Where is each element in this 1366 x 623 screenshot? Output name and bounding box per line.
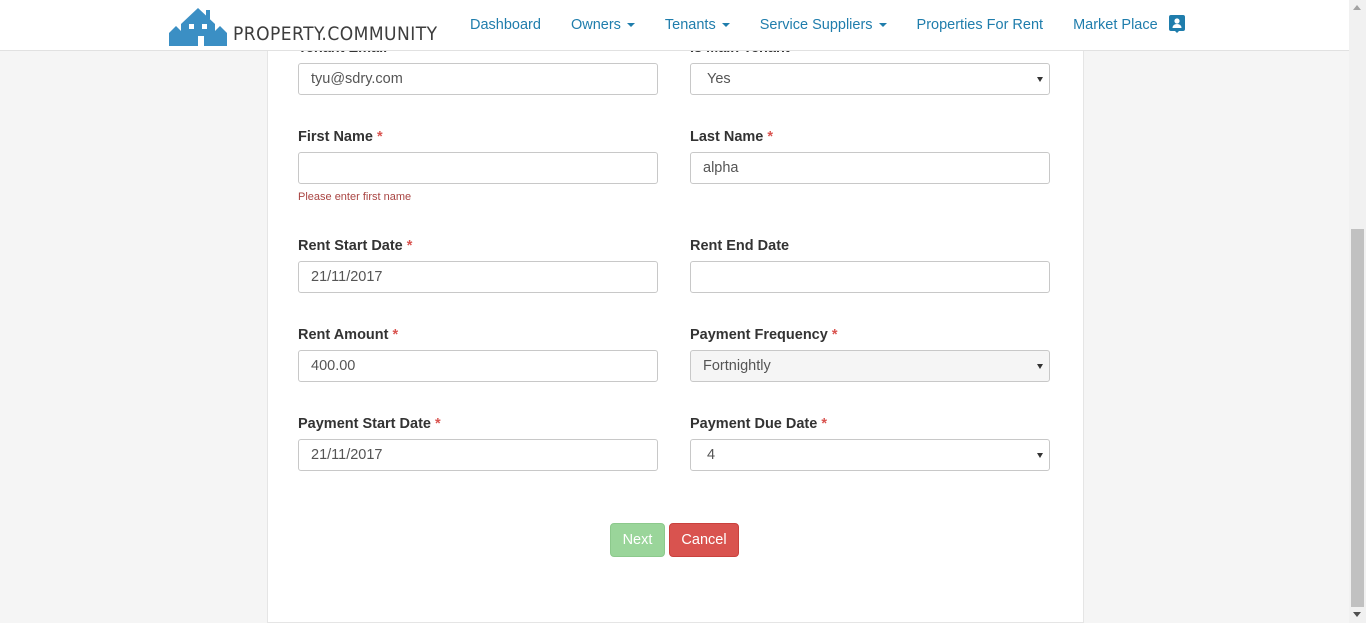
payment-frequency-select[interactable]: Fortnightly [690, 350, 1050, 382]
payment-due-date-value: 4 [707, 447, 716, 463]
dropdown-arrow-icon [1037, 364, 1043, 369]
rent-end-date-label: Rent End Date [690, 238, 790, 254]
payment-frequency-label: Payment Frequency * [690, 327, 838, 343]
main-nav: Dashboard Owners Tenants Service Supplie… [455, 0, 1173, 50]
nav-market-place-label: Market Place [1073, 17, 1158, 33]
caret-down-icon [721, 23, 730, 28]
payment-start-date-label: Payment Start Date * [298, 416, 441, 432]
nav-properties-for-rent-label: Properties For Rent [916, 17, 1044, 33]
top-navbar: PROPERTY.COMMUNITY Dashboard Owners Tena… [0, 0, 1349, 51]
is-main-tenant-value: Yes [707, 71, 731, 87]
last-name-label: Last Name * [690, 129, 774, 145]
brand-name: PROPERTY.COMMUNITY [233, 23, 438, 45]
payment-due-date-label: Payment Due Date * [690, 416, 828, 432]
first-name-error: Please enter first name [298, 191, 412, 203]
cancel-button[interactable]: Cancel [669, 523, 739, 557]
rent-start-date-input[interactable]: 21/11/2017 [298, 261, 658, 293]
nav-tenants-label: Tenants [664, 17, 716, 33]
caret-down-icon [626, 23, 635, 28]
caret-down-icon [878, 23, 887, 28]
nav-tenants[interactable]: Tenants [650, 0, 745, 50]
vertical-scrollbar[interactable] [1349, 0, 1366, 623]
is-main-tenant-select[interactable]: Yes [690, 63, 1050, 95]
dropdown-arrow-icon [1037, 453, 1043, 458]
nav-market-place[interactable]: Market Place [1058, 0, 1173, 50]
payment-frequency-value: Fortnightly [703, 358, 771, 374]
scroll-up-arrow-icon[interactable] [1353, 5, 1361, 10]
payment-start-date-input[interactable]: 21/11/2017 [298, 439, 658, 471]
last-name-input[interactable]: alpha [690, 152, 1050, 184]
nav-dashboard[interactable]: Dashboard [455, 0, 556, 50]
rent-start-date-label: Rent Start Date * [298, 238, 413, 254]
rent-amount-label: Rent Amount * [298, 327, 399, 343]
contact-card-icon[interactable] [1169, 15, 1185, 33]
nav-owners-label: Owners [570, 17, 621, 33]
nav-owners[interactable]: Owners [556, 0, 650, 50]
payment-due-date-select[interactable]: 4 [690, 439, 1050, 471]
brand-logo[interactable]: PROPERTY.COMMUNITY [169, 4, 460, 46]
first-name-label: First Name * [298, 129, 383, 145]
scrollbar-thumb[interactable] [1351, 229, 1364, 607]
rent-amount-input[interactable]: 400.00 [298, 350, 658, 382]
nav-service-suppliers[interactable]: Service Suppliers [745, 0, 902, 50]
next-button[interactable]: Next [610, 523, 665, 557]
nav-dashboard-label: Dashboard [470, 17, 541, 33]
nav-properties-for-rent[interactable]: Properties For Rent [902, 0, 1059, 50]
nav-service-suppliers-label: Service Suppliers [759, 17, 873, 33]
house-logo-icon [169, 8, 227, 46]
first-name-input[interactable] [298, 152, 658, 184]
tenant-email-input[interactable]: tyu@sdry.com [298, 63, 658, 95]
rent-end-date-input[interactable] [690, 261, 1050, 293]
scroll-down-arrow-icon[interactable] [1353, 612, 1361, 617]
dropdown-arrow-icon [1037, 77, 1043, 82]
